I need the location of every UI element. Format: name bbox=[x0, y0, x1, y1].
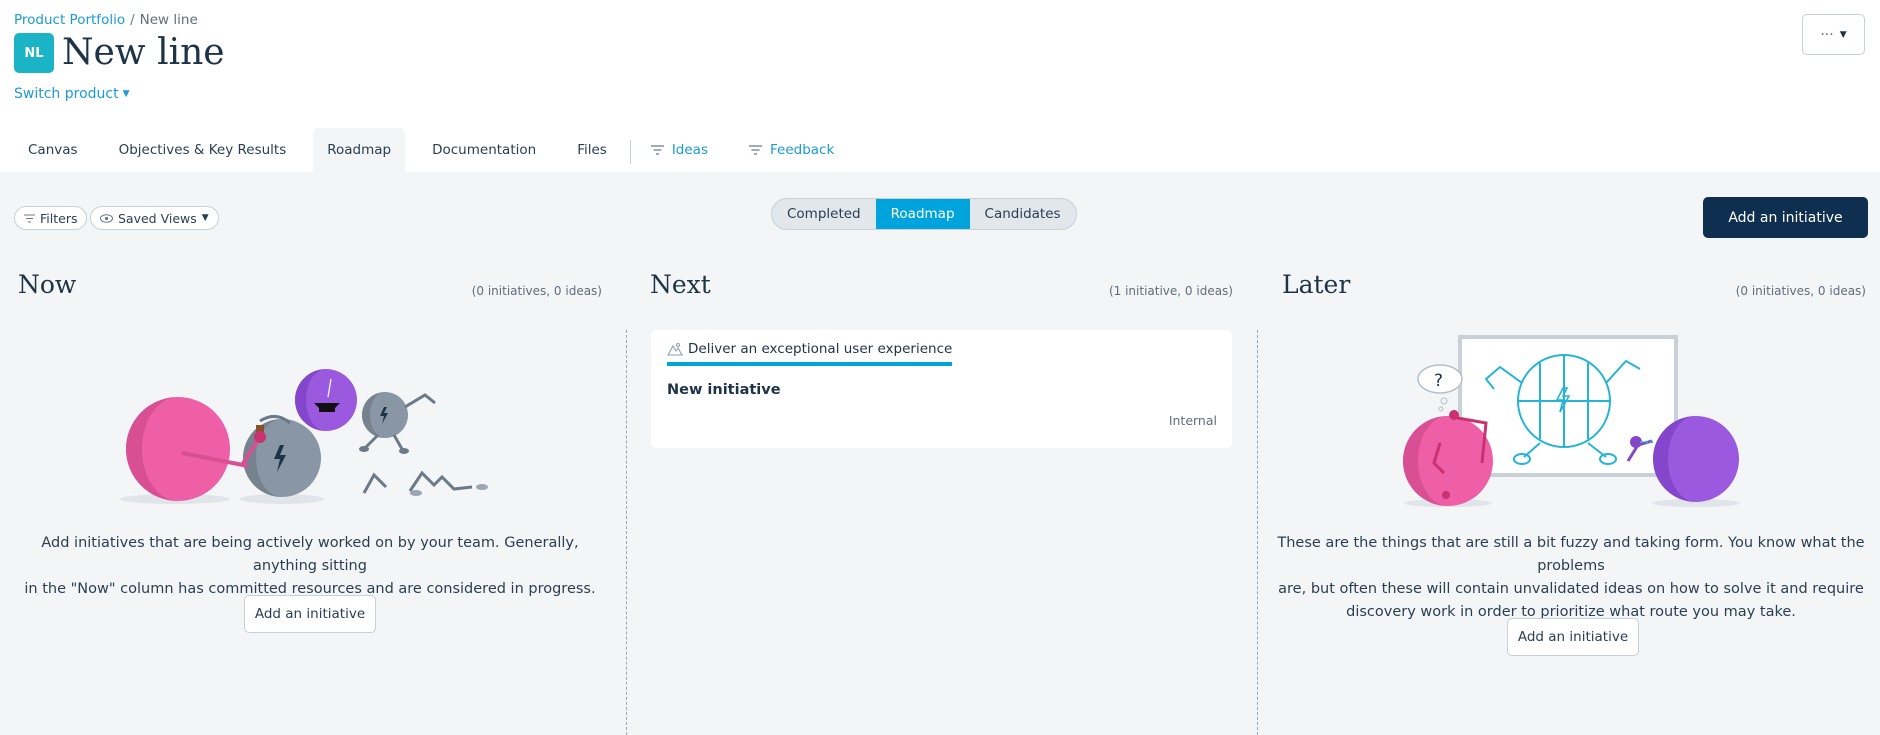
mountains-icon bbox=[667, 343, 683, 356]
later-add-initiative-button[interactable]: Add an initiative bbox=[1507, 618, 1639, 656]
tab-label: Files bbox=[577, 142, 607, 158]
now-description: Add initiatives that are being actively … bbox=[14, 532, 606, 601]
switch-product-button[interactable]: Switch product ▼ bbox=[14, 86, 130, 102]
tab-files[interactable]: Files bbox=[563, 128, 621, 172]
card-goal[interactable]: Deliver an exceptional user experience bbox=[667, 341, 953, 366]
tab-label: Objectives & Key Results bbox=[118, 142, 287, 158]
caret-down-icon: ▼ bbox=[201, 213, 209, 223]
filter-icon bbox=[748, 145, 762, 155]
tab-documentation[interactable]: Documentation bbox=[418, 128, 550, 172]
tab-label: Documentation bbox=[432, 142, 537, 158]
later-description-line: These are the things that are still a bi… bbox=[1277, 535, 1865, 574]
more-options-button[interactable]: ··· ▼ bbox=[1802, 14, 1865, 55]
view-segmented-control: Completed Roadmap Candidates bbox=[771, 198, 1077, 230]
tab-divider bbox=[629, 140, 631, 164]
tab-roadmap[interactable]: Roadmap bbox=[313, 128, 406, 172]
segment-completed[interactable]: Completed bbox=[772, 199, 876, 229]
breadcrumb-link-portfolio[interactable]: Product Portfolio bbox=[14, 12, 125, 28]
svg-text:?: ? bbox=[1434, 371, 1443, 391]
page-title: New line bbox=[62, 32, 225, 73]
breadcrumb-current: New line bbox=[139, 12, 198, 28]
now-add-initiative-button[interactable]: Add an initiative bbox=[244, 595, 376, 633]
column-divider bbox=[1257, 330, 1258, 735]
card-goal-label: Deliver an exceptional user experience bbox=[688, 341, 953, 357]
column-divider bbox=[626, 330, 627, 735]
breadcrumb-separator: / bbox=[130, 12, 135, 28]
page-header: Product Portfolio / New line NL New line S… bbox=[0, 0, 1880, 172]
saved-views-button[interactable]: Saved Views ▼ bbox=[90, 206, 219, 230]
product-tabs: Canvas Objectives & Key Results Roadmap … bbox=[14, 128, 861, 172]
now-description-line: Add initiatives that are being actively … bbox=[41, 535, 579, 574]
tab-label: Canvas bbox=[28, 142, 78, 158]
column-title-next: Next bbox=[650, 270, 711, 299]
later-robots-illustration: ? bbox=[1403, 335, 1740, 507]
column-count-later: (0 initiatives, 0 ideas) bbox=[1735, 284, 1866, 298]
saved-views-label: Saved Views bbox=[118, 210, 197, 226]
product-avatar: NL bbox=[14, 33, 54, 73]
column-count-next: (1 initiative, 0 ideas) bbox=[1108, 284, 1233, 298]
tab-okrs[interactable]: Objectives & Key Results bbox=[105, 128, 301, 172]
filters-label: Filters bbox=[40, 210, 78, 226]
switch-product-label: Switch product bbox=[14, 86, 119, 102]
filter-icon bbox=[650, 145, 664, 155]
now-robots-illustration bbox=[120, 369, 488, 504]
later-description-line: are, but often these will contain unvali… bbox=[1278, 581, 1864, 597]
tab-label: Roadmap bbox=[327, 142, 392, 158]
more-dots-icon: ··· bbox=[1820, 26, 1834, 43]
tab-ideas[interactable]: Ideas bbox=[637, 128, 722, 172]
filter-icon bbox=[24, 213, 35, 223]
later-description: These are the things that are still a bi… bbox=[1272, 532, 1870, 624]
segment-roadmap[interactable]: Roadmap bbox=[875, 199, 970, 229]
card-title: New initiative bbox=[667, 382, 781, 398]
eye-icon bbox=[100, 213, 113, 223]
segment-candidates[interactable]: Candidates bbox=[970, 199, 1076, 229]
tab-feedback[interactable]: Feedback bbox=[735, 128, 848, 172]
column-title-now: Now bbox=[18, 270, 77, 299]
add-initiative-button[interactable]: Add an initiative bbox=[1703, 197, 1868, 238]
tab-canvas[interactable]: Canvas bbox=[14, 128, 92, 172]
caret-down-icon: ▼ bbox=[122, 89, 130, 99]
card-tag: Internal bbox=[1168, 413, 1217, 428]
breadcrumb: Product Portfolio / New line bbox=[14, 12, 198, 28]
tab-label: Ideas bbox=[671, 142, 708, 158]
initiative-card[interactable]: Deliver an exceptional user experience N… bbox=[651, 330, 1232, 448]
tab-label: Feedback bbox=[769, 142, 835, 158]
filters-button[interactable]: Filters bbox=[14, 206, 88, 230]
column-count-now: (0 initiatives, 0 ideas) bbox=[471, 284, 602, 298]
caret-down-icon: ▼ bbox=[1839, 29, 1847, 40]
column-title-later: Later bbox=[1282, 270, 1351, 299]
